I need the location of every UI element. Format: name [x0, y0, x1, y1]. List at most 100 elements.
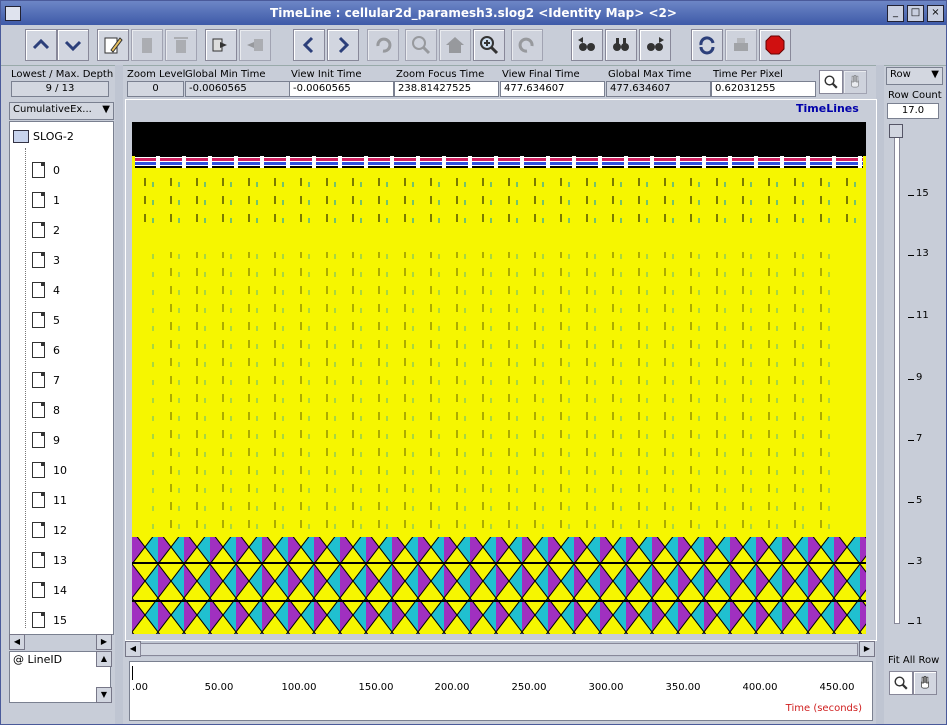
- edit-icon: [104, 37, 123, 54]
- legend-dropdown[interactable]: CumulativeEx... ▼: [9, 102, 114, 120]
- maximize-button[interactable]: □: [907, 5, 924, 22]
- down-icon: [64, 40, 82, 52]
- tree-item-label: 5: [53, 313, 60, 327]
- undo-button[interactable]: [367, 29, 399, 61]
- tree-item[interactable]: 2: [32, 222, 60, 238]
- tree-item[interactable]: 10: [32, 462, 67, 478]
- tree-panel[interactable]: SLOG-2 0 1 2 3 4 5 6 7 8 9 10 11 12 13 1…: [9, 121, 114, 635]
- search-forward-button[interactable]: [639, 29, 671, 61]
- tree-item-label: 9: [53, 433, 60, 447]
- legend-scroll-down-button[interactable]: ▼: [96, 687, 112, 703]
- y-tick: [908, 440, 914, 441]
- folder-icon: [13, 130, 29, 143]
- tree-item[interactable]: 0: [32, 162, 60, 178]
- delete-button[interactable]: [165, 29, 197, 61]
- hand-tool-button[interactable]: [843, 70, 867, 94]
- axis-start-tick: [132, 666, 133, 680]
- zoom-focus-input[interactable]: 238.81427525: [394, 81, 499, 97]
- print-button[interactable]: [725, 29, 757, 61]
- view-init-input[interactable]: -0.0060565: [289, 81, 394, 97]
- search-button[interactable]: [605, 29, 637, 61]
- time-per-pixel-input[interactable]: 0.62031255: [711, 81, 816, 97]
- zoom-level-value: 0: [127, 81, 184, 97]
- edit-button[interactable]: [97, 29, 129, 61]
- refresh-button[interactable]: [691, 29, 723, 61]
- global-max-value: 477.634607: [606, 81, 711, 97]
- next-icon: [212, 38, 227, 52]
- tree-item[interactable]: 11: [32, 492, 67, 508]
- stop-button[interactable]: [759, 29, 791, 61]
- up-button[interactable]: [25, 29, 57, 61]
- document-icon: [32, 312, 45, 328]
- horizontal-scrollbar[interactable]: ◀ ▶: [125, 641, 875, 657]
- minimize-button[interactable]: _: [887, 5, 904, 22]
- zoom-in-button[interactable]: [473, 29, 505, 61]
- view-final-input[interactable]: 477.634607: [500, 81, 605, 97]
- magnifier-icon: [824, 75, 838, 89]
- document-icon: [32, 432, 45, 448]
- redo-button[interactable]: [511, 29, 543, 61]
- right-splitter[interactable]: [876, 65, 884, 724]
- hand-icon: [851, 75, 859, 88]
- right-zoom-tool-button[interactable]: [889, 671, 913, 695]
- zoom-in-icon: [480, 36, 499, 55]
- tree-item[interactable]: 12: [32, 522, 67, 538]
- y-label: 1: [916, 616, 923, 627]
- close-button[interactable]: ×: [927, 5, 944, 22]
- axis-label: Time (seconds): [785, 703, 862, 714]
- legend-scroll-up-button[interactable]: ▲: [96, 651, 112, 667]
- tree-item[interactable]: 8: [32, 402, 60, 418]
- prev-icon: [247, 39, 263, 51]
- title-bar[interactable]: TimeLine : cellular2d_paramesh3.slog2 <I…: [1, 1, 946, 25]
- tree-item[interactable]: 1: [32, 192, 60, 208]
- timelines-title: TimeLines: [794, 102, 861, 115]
- redo-icon: [518, 37, 534, 53]
- tree-item[interactable]: 15: [32, 612, 67, 628]
- timeline-canvas[interactable]: [132, 122, 866, 634]
- row-slider-track[interactable]: [894, 128, 900, 624]
- left-splitter[interactable]: [115, 65, 123, 724]
- scroll-left-arrow[interactable]: ◀: [125, 641, 141, 657]
- document-icon: [32, 582, 45, 598]
- search-back-icon: [578, 37, 595, 51]
- scroll-thumb[interactable]: [140, 643, 858, 656]
- paste-button[interactable]: [131, 29, 163, 61]
- home-button[interactable]: [439, 29, 471, 61]
- tree-root-label: SLOG-2: [33, 130, 74, 143]
- tree-item[interactable]: 3: [32, 252, 60, 268]
- scroll-left-button[interactable]: [293, 29, 325, 61]
- tree-item[interactable]: 13: [32, 552, 67, 568]
- search-back-button[interactable]: [571, 29, 603, 61]
- tree-item[interactable]: 14: [32, 582, 67, 598]
- zoom-out-button[interactable]: [405, 29, 437, 61]
- tree-item-label: 2: [53, 223, 60, 237]
- row-dropdown[interactable]: Row ▼: [886, 67, 943, 85]
- tree-item-label: 14: [53, 583, 67, 597]
- next-button[interactable]: [205, 29, 237, 61]
- tree-item[interactable]: 6: [32, 342, 60, 358]
- tree-item-label: 11: [53, 493, 67, 507]
- scroll-right-button[interactable]: [327, 29, 359, 61]
- tree-item[interactable]: 7: [32, 372, 60, 388]
- tick-label: 200.00: [434, 682, 470, 693]
- tree-root[interactable]: SLOG-2: [13, 130, 74, 143]
- chevron-down-icon: ▼: [102, 104, 110, 115]
- tree-item-label: 1: [53, 193, 60, 207]
- row-slider-thumb[interactable]: [889, 124, 903, 138]
- row-scale[interactable]: 15 13 11 9 7 5 3 1: [886, 122, 942, 634]
- tick-label: 50.00: [204, 682, 234, 693]
- row-count-input[interactable]: 17.0: [887, 103, 939, 119]
- prev-button[interactable]: [239, 29, 271, 61]
- zoom-tool-button[interactable]: [819, 70, 843, 94]
- chevron-down-icon: ▼: [931, 69, 939, 80]
- fit-all-row-button[interactable]: Fit All Row: [888, 655, 939, 666]
- tree-item[interactable]: 5: [32, 312, 60, 328]
- tree-item[interactable]: 9: [32, 432, 60, 448]
- tree-scroll-left-button[interactable]: ◀: [9, 634, 25, 650]
- tree-item[interactable]: 4: [32, 282, 60, 298]
- document-icon: [32, 522, 45, 538]
- tree-scroll-right-button[interactable]: ▶: [96, 634, 112, 650]
- right-hand-tool-button[interactable]: [913, 671, 937, 695]
- scroll-right-arrow[interactable]: ▶: [859, 641, 875, 657]
- down-button[interactable]: [57, 29, 89, 61]
